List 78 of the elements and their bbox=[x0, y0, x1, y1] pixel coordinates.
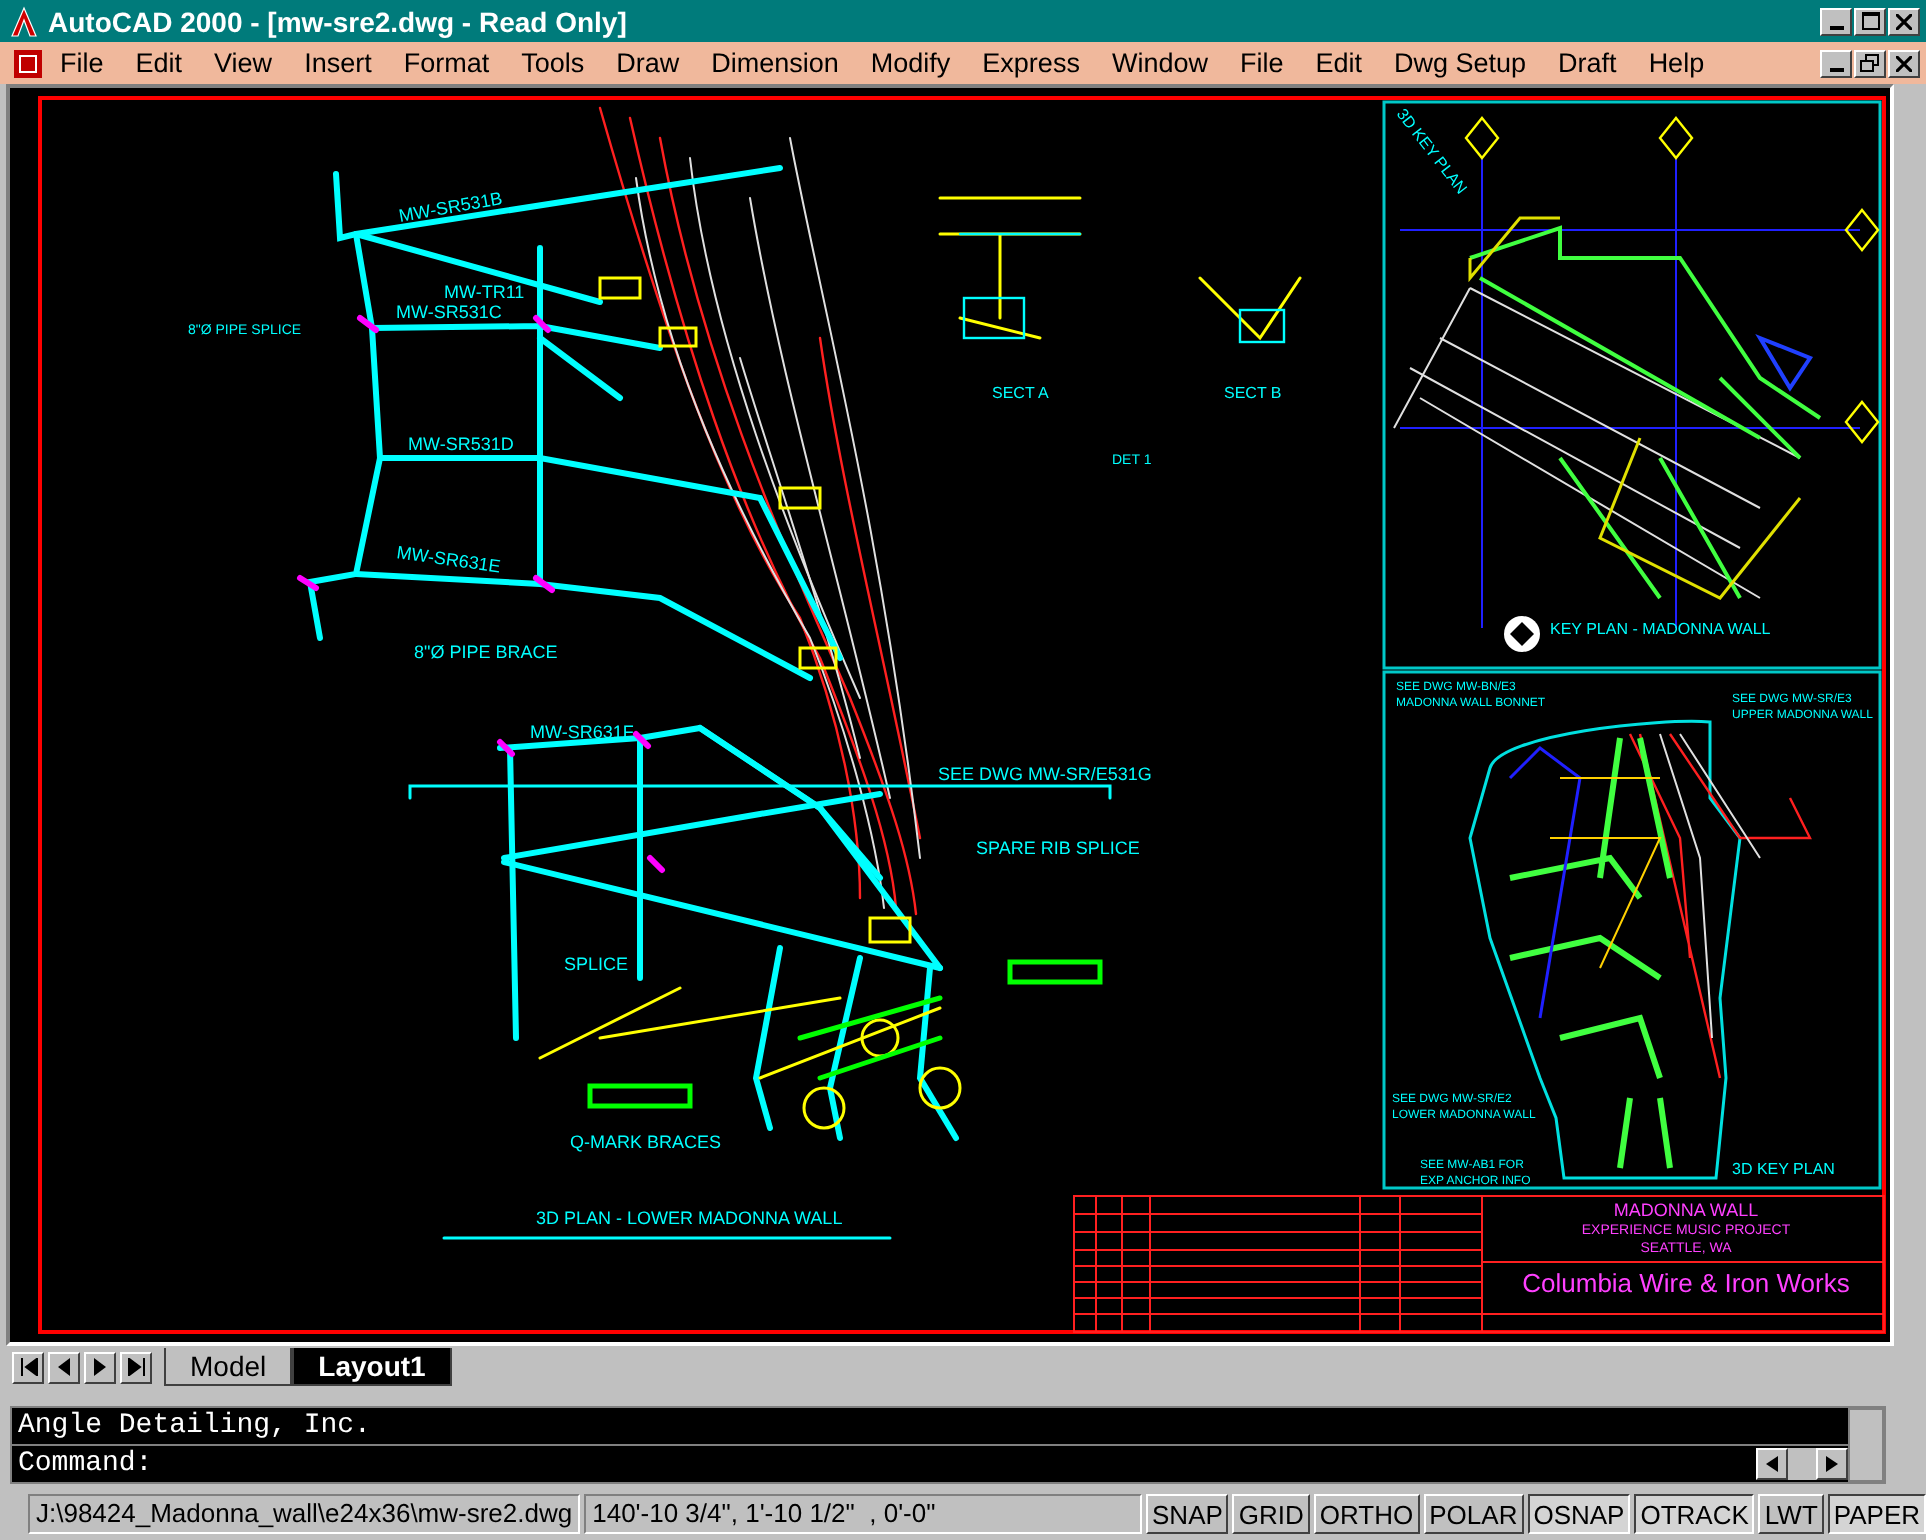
drawing-label: SECT A bbox=[992, 384, 1049, 402]
app-logo-icon bbox=[8, 5, 40, 37]
mode-toggle-button[interactable]: ORTHO bbox=[1313, 1494, 1420, 1534]
drawing-label: Columbia Wire & Iron Works bbox=[1522, 1268, 1850, 1298]
previous-tab-button[interactable] bbox=[48, 1351, 80, 1383]
menu-item[interactable]: Draft bbox=[1542, 48, 1633, 78]
drawing-label: MADONNA WALL bbox=[1613, 1200, 1759, 1220]
scroll-left-button[interactable] bbox=[1756, 1448, 1788, 1480]
minimize-button[interactable] bbox=[1820, 49, 1852, 77]
drawing-label: SPARE RIB SPLICE bbox=[976, 838, 1140, 858]
scrollbar[interactable] bbox=[1848, 1408, 1884, 1482]
minimize-button[interactable] bbox=[1820, 7, 1852, 35]
mode-toggle-button[interactable]: PAPER bbox=[1827, 1494, 1926, 1534]
drawing-label: SPLICE bbox=[564, 954, 629, 974]
drawing-label: KEY PLAN - MADONNA WALL bbox=[1550, 620, 1771, 638]
right-triangle-icon bbox=[92, 1358, 108, 1376]
minimize-icon bbox=[1829, 26, 1843, 30]
drawing-label: Q-MARK BRACES bbox=[570, 1132, 722, 1152]
menu-item[interactable]: Express bbox=[966, 48, 1096, 78]
window-title: AutoCAD 2000 - [mw-sre2.dwg - Read Only] bbox=[48, 5, 629, 37]
close-icon bbox=[1896, 55, 1912, 71]
drawing-label: MW-TR11 bbox=[444, 282, 525, 302]
command-prompt[interactable]: Command: bbox=[12, 1446, 153, 1482]
menu-item[interactable]: File bbox=[1223, 48, 1300, 78]
drawing-label: MW-SR631E bbox=[395, 542, 502, 577]
menu-item[interactable]: Modify bbox=[854, 48, 967, 78]
north-arrow-icon bbox=[1504, 616, 1540, 652]
close-button[interactable] bbox=[1888, 7, 1920, 35]
menu-item[interactable]: View bbox=[198, 48, 289, 78]
drawing-label: SECT B bbox=[1224, 384, 1282, 402]
menu-item[interactable]: Insert bbox=[288, 48, 388, 78]
drawing-label: MW-SR531D bbox=[408, 434, 514, 454]
left-triangle-icon bbox=[56, 1358, 72, 1376]
last-tab-button[interactable] bbox=[120, 1351, 152, 1383]
layout-tab[interactable]: Layout1 bbox=[292, 1348, 452, 1386]
drawing-label: MW-SR531B bbox=[397, 188, 504, 226]
restore-icon bbox=[1860, 54, 1880, 72]
next-tab-button[interactable] bbox=[84, 1351, 116, 1383]
menu-item[interactable]: File bbox=[44, 48, 120, 78]
maximize-icon bbox=[1861, 12, 1879, 30]
coordinates-field: 140'-10 3/4", 1'-10 1/2" , 0'-0" bbox=[584, 1494, 1143, 1534]
right-triangle-icon bbox=[1826, 1456, 1838, 1472]
mode-toggle-button[interactable]: POLAR bbox=[1423, 1494, 1524, 1534]
restore-button[interactable] bbox=[1854, 49, 1886, 77]
mode-toggle-button[interactable]: OTRACK bbox=[1634, 1494, 1755, 1534]
menu-item[interactable]: Dwg Setup bbox=[1378, 48, 1543, 78]
scroll-right-button[interactable] bbox=[1816, 1448, 1848, 1480]
mode-toggle-button[interactable]: GRID bbox=[1232, 1494, 1310, 1534]
minimize-icon bbox=[1829, 68, 1843, 72]
drawing-label: 3D PLAN - LOWER MADONNA WALL bbox=[536, 1208, 843, 1228]
mode-toggle-button[interactable]: LWT bbox=[1758, 1494, 1824, 1534]
maximize-button[interactable] bbox=[1854, 7, 1886, 35]
drawing-label: MW-SR631F bbox=[530, 722, 634, 742]
menu-item[interactable]: Window bbox=[1095, 48, 1224, 78]
menu-item[interactable]: Edit bbox=[119, 48, 199, 78]
close-button[interactable] bbox=[1888, 49, 1920, 77]
layout-tab[interactable]: Model bbox=[164, 1348, 293, 1386]
menu-item[interactable]: Help bbox=[1632, 48, 1721, 78]
drawing-label: 8"Ø PIPE BRACE bbox=[414, 642, 558, 662]
close-icon bbox=[1896, 13, 1912, 29]
first-tab-button[interactable] bbox=[12, 1351, 44, 1383]
file-path-field: J:\98424_Madonna_wall\e24x36\mw-sre2.dwg bbox=[28, 1494, 581, 1534]
command-history-line: Angle Detailing, Inc. bbox=[16, 1408, 373, 1444]
menu-item[interactable]: Tools bbox=[505, 48, 601, 78]
menu-item[interactable]: Draw bbox=[600, 48, 696, 78]
document-icon[interactable] bbox=[12, 47, 44, 79]
menu-item[interactable]: Format bbox=[387, 48, 506, 78]
menu-item[interactable]: Edit bbox=[1299, 48, 1378, 78]
drawing-label: 3D KEY PLAN bbox=[1732, 1160, 1835, 1178]
skip-back-icon bbox=[19, 1358, 37, 1376]
skip-forward-icon bbox=[127, 1358, 145, 1376]
mode-toggle-button[interactable]: OSNAP bbox=[1527, 1494, 1631, 1534]
menu-item[interactable]: Dimension bbox=[695, 48, 855, 78]
left-triangle-icon bbox=[1766, 1456, 1778, 1472]
mode-toggle-button[interactable]: SNAP bbox=[1146, 1494, 1229, 1534]
command-window[interactable]: Angle Detailing, Inc. Command: bbox=[10, 1406, 1886, 1484]
drawing-label: SEE DWG MW-SR/E531G bbox=[938, 764, 1152, 784]
drawing-label: MW-SR531C bbox=[396, 302, 502, 322]
